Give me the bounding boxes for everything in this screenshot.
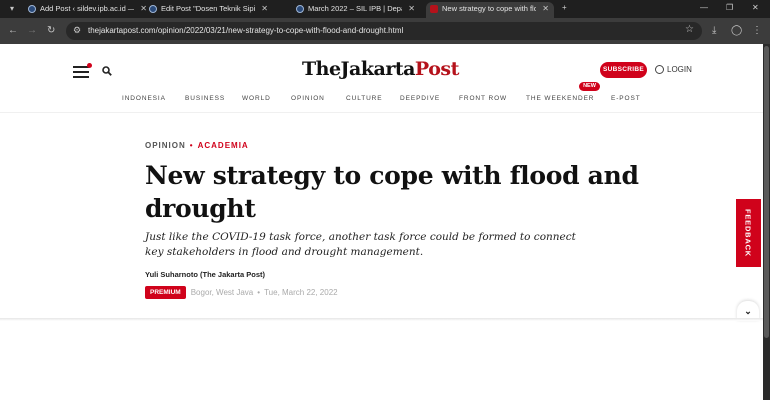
browser-tab[interactable]: Edit Post "Dosen Teknik Sipil da ✕ (145, 2, 273, 18)
browser-tab-active[interactable]: New strategy to cope with floo ✕ (426, 2, 554, 18)
kicker-separator: • (189, 141, 194, 150)
article-header: OPINION • ACADEMIA New strategy to cope wi… (0, 113, 763, 318)
jakarta-post-favicon-icon (430, 5, 438, 13)
meta-separator: • (257, 288, 261, 297)
nav-item-front-row[interactable]: FRONT ROW (459, 93, 507, 105)
tab-list-icon[interactable]: ▾ (5, 3, 19, 15)
wordpress-favicon-icon (149, 5, 157, 13)
notification-dot (87, 63, 92, 68)
close-window-icon[interactable]: ✕ (752, 2, 759, 14)
feedback-label: FEEDBACK (743, 208, 753, 258)
premium-badge: PREMIUM (145, 286, 186, 299)
user-icon (655, 65, 664, 74)
kicker-category[interactable]: ACADEMIA (198, 141, 249, 150)
search-icon[interactable] (102, 66, 112, 76)
nav-item-opinion[interactable]: OPINION (291, 93, 325, 105)
menu-dots-icon[interactable]: ⋮ (752, 25, 762, 37)
kicker-section[interactable]: OPINION (145, 141, 186, 150)
nav-item-business[interactable]: BUSINESS (185, 93, 225, 105)
article-location: Bogor, West Java (190, 288, 254, 297)
browser-toolbar: ← → ↻ ⚙ thejakartapost.com/opinion/2022/… (0, 18, 770, 44)
subscribe-button[interactable]: SUBSCRIBE (600, 62, 647, 78)
address-bar[interactable]: ⚙ thejakartapost.com/opinion/2022/03/21/… (66, 22, 702, 40)
site-logo[interactable]: TheJakartaPost (302, 58, 459, 80)
back-arrow-icon[interactable]: ← (8, 25, 18, 37)
scrollbar-thumb[interactable] (764, 46, 769, 338)
login-link[interactable]: LOGIN (655, 64, 692, 76)
download-icon[interactable]: ⤓ (712, 25, 716, 37)
close-tab-icon[interactable]: ✕ (408, 2, 415, 16)
wordpress-favicon-icon (28, 5, 36, 13)
site-header: TheJakartaPost SUBSCRIBE LOGIN NEW INDON… (0, 44, 763, 112)
feedback-tab[interactable]: FEEDBACK (736, 199, 761, 267)
new-tab-icon[interactable]: + (562, 2, 567, 14)
maximize-icon[interactable]: ❐ (726, 2, 733, 14)
main-nav: INDONESIA BUSINESS WORLD OPINION CULTURE… (0, 93, 763, 105)
nav-item-deepdive[interactable]: DEEPDIVE (400, 93, 440, 105)
tab-title: March 2022 – SIL IPB | Departe (308, 4, 402, 13)
forward-arrow-icon[interactable]: → (27, 25, 37, 37)
browser-tab[interactable]: Add Post ‹ sildev.ipb.ac.id — W ✕ (24, 2, 152, 18)
browser-tab[interactable]: March 2022 – SIL IPB | Departe ✕ (292, 2, 420, 18)
reload-icon[interactable]: ↻ (47, 25, 55, 37)
login-label: LOGIN (667, 65, 692, 74)
article-kicker: OPINION • ACADEMIA (145, 141, 249, 150)
tab-title: Edit Post "Dosen Teknik Sipil da (161, 4, 255, 13)
article-headline: New strategy to cope with flood and drou… (145, 161, 639, 223)
tab-title: New strategy to cope with floo (442, 4, 536, 13)
minimize-icon[interactable]: — (700, 2, 708, 14)
page-scrollbar[interactable] (763, 44, 770, 400)
nav-item-world[interactable]: WORLD (242, 93, 271, 105)
profile-icon[interactable]: ◯ (731, 25, 742, 37)
nav-item-indonesia[interactable]: INDONESIA (122, 93, 166, 105)
article-byline[interactable]: Yuli Suharnoto (The Jakarta Post) (145, 270, 265, 279)
article-date: Tue, March 22, 2022 (264, 288, 338, 297)
close-tab-icon[interactable]: ✕ (542, 2, 549, 16)
tab-title: Add Post ‹ sildev.ipb.ac.id — W (40, 4, 134, 13)
url-text[interactable]: thejakartapost.com/opinion/2022/03/21/ne… (88, 22, 403, 40)
close-tab-icon[interactable]: ✕ (261, 2, 268, 16)
section-divider (0, 318, 763, 321)
site-info-icon[interactable]: ⚙ (73, 25, 81, 36)
article-meta: PREMIUM Bogor, West Java • Tue, March 22, 2… (145, 286, 338, 299)
article-lede: Just like the COVID-19 task force, anoth… (145, 231, 576, 258)
wordpress-favicon-icon (296, 5, 304, 13)
logo-accent-text: Post (414, 58, 459, 80)
nav-item-e-post[interactable]: E-POST (611, 93, 641, 105)
nav-item-culture[interactable]: CULTURE (346, 93, 383, 105)
logo-main-text: TheJakarta (302, 58, 415, 80)
browser-tab-bar: ▾ Add Post ‹ sildev.ipb.ac.id — W ✕ Edit… (0, 0, 770, 18)
new-badge: NEW (579, 82, 600, 91)
hamburger-icon[interactable] (73, 63, 92, 78)
bookmark-star-icon[interactable]: ☆ (685, 24, 694, 35)
nav-item-the-weekender[interactable]: THE WEEKENDER (526, 93, 594, 105)
